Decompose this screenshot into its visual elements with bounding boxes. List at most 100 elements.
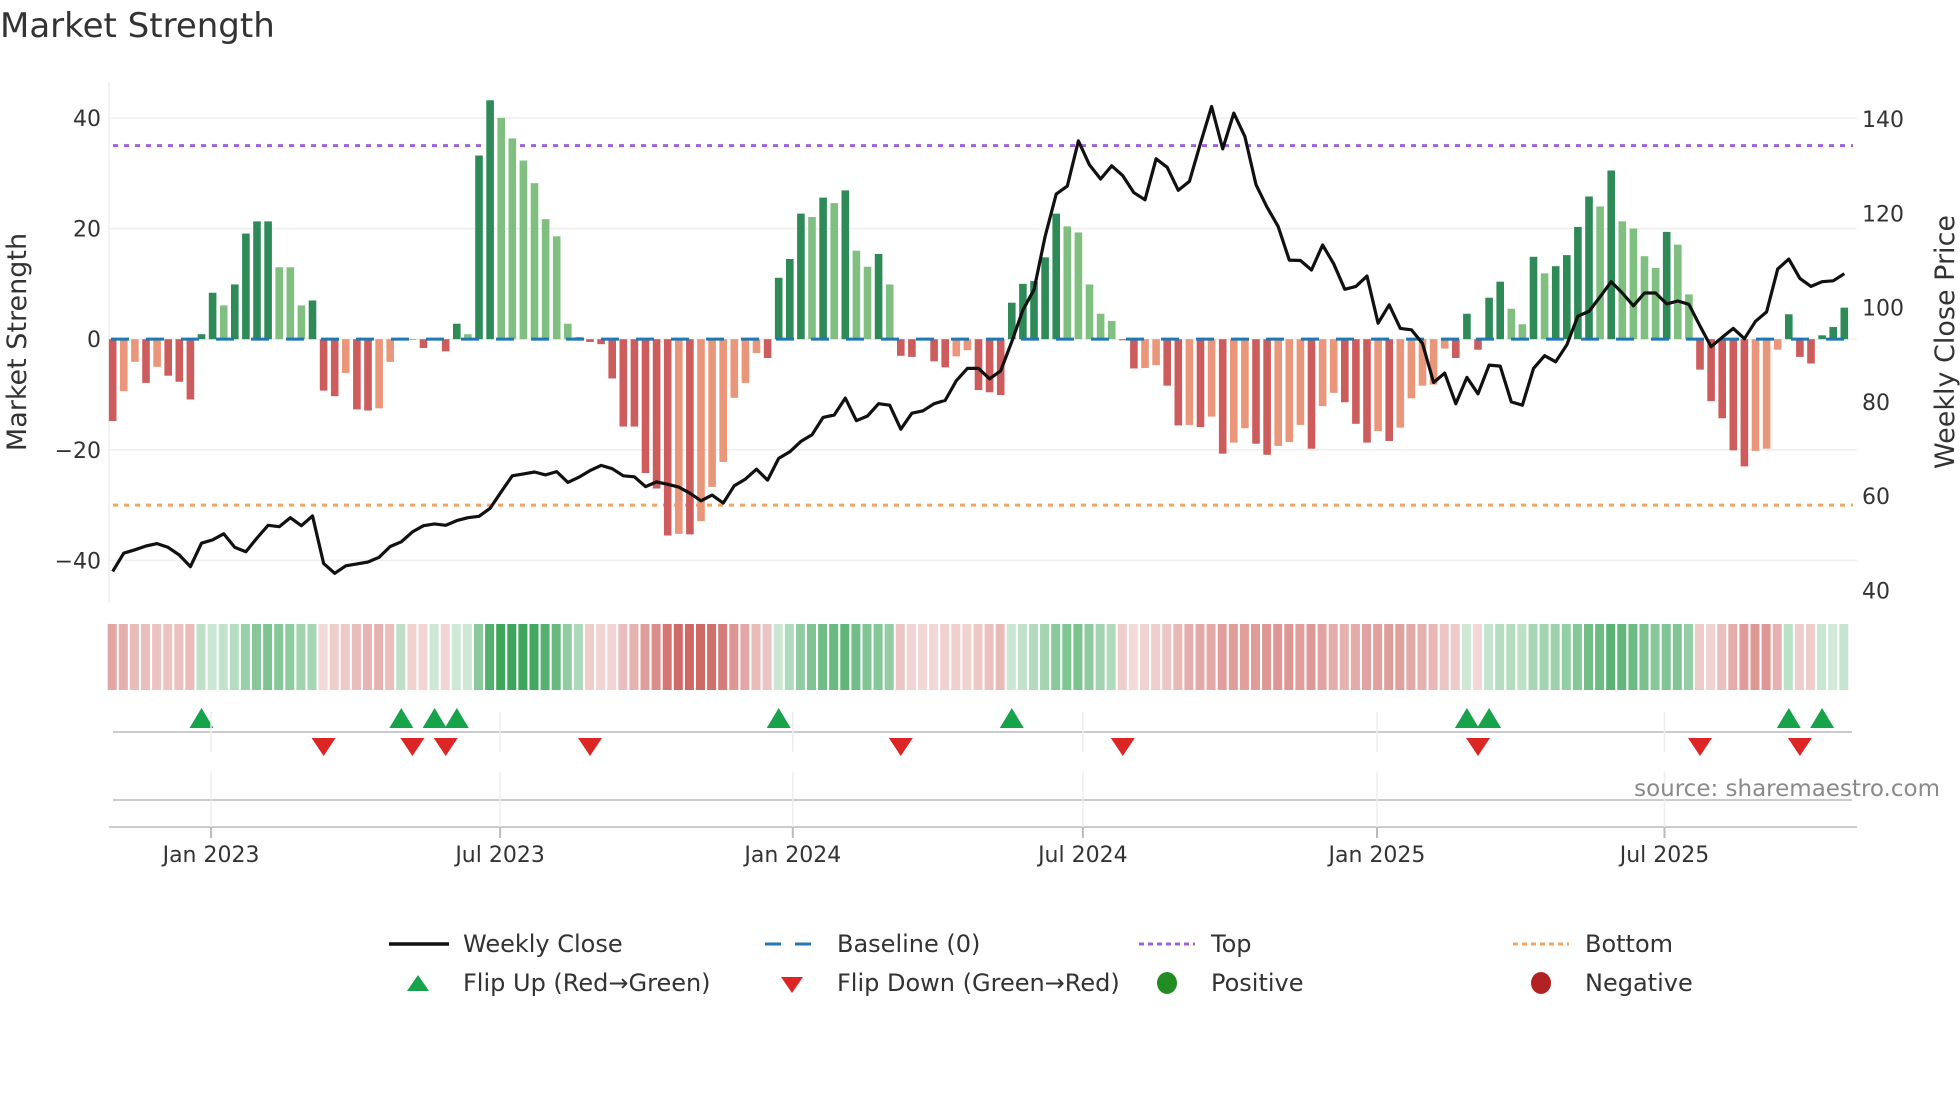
strip-cell [1017, 624, 1027, 690]
legend-item: Weekly Close [389, 930, 623, 958]
positive-bar [1629, 228, 1638, 340]
strip-cell [129, 624, 139, 690]
legend-item: Bottom [1511, 930, 1673, 958]
strip-cell [385, 624, 395, 690]
negative-bar [1196, 339, 1205, 428]
negative-bar [1141, 339, 1149, 368]
positive-bar [808, 216, 816, 340]
strip-cell [1683, 624, 1693, 690]
negative-bar [353, 339, 361, 410]
strip-cell [1184, 624, 1194, 690]
flip-down-marker [400, 738, 425, 756]
negative-bar [1218, 339, 1227, 454]
left-tick-label: 0 [87, 328, 101, 353]
strip-cell [1106, 624, 1116, 690]
strip-cell [551, 624, 561, 690]
flip-markers-panel [113, 708, 1852, 801]
right-tick-label: 140 [1862, 108, 1904, 133]
strip-cell [795, 624, 805, 690]
x-tick-label: Jul 2025 [1618, 843, 1710, 868]
flip-down-marker [1466, 738, 1490, 756]
strip-cell [1450, 624, 1460, 690]
strip-cell [1461, 624, 1471, 690]
legend-item: Flip Up (Red→Green) [389, 969, 711, 997]
negative-bar [108, 339, 117, 422]
negative-bar [175, 339, 184, 382]
strip-cell [1195, 624, 1205, 690]
positive-bar [830, 203, 838, 340]
flip-up-marker [766, 708, 791, 728]
strip-cell [1084, 624, 1094, 690]
right-tick-label: 40 [1862, 579, 1890, 604]
strip-cell [118, 624, 128, 690]
strip-cell [1650, 624, 1660, 690]
negative-bar [386, 339, 394, 362]
strip-cell [906, 624, 916, 690]
negative-bar [1385, 339, 1393, 441]
strip-cell [707, 624, 717, 690]
strip-cell [174, 624, 184, 690]
positive-bar [1829, 327, 1837, 340]
positive-bar [1662, 231, 1671, 340]
strip-cell [462, 624, 472, 690]
strip-cell [973, 624, 983, 690]
positive-bar [552, 236, 561, 340]
strip-cell [285, 624, 295, 690]
positive-bar [874, 254, 883, 340]
negative-bar [1241, 339, 1249, 429]
strip-cell [1029, 624, 1038, 690]
right-tick-label: 100 [1862, 297, 1904, 322]
strip-cell [1617, 624, 1627, 690]
strip-cell [1251, 624, 1260, 690]
strip-cell [1506, 624, 1516, 690]
positive-bar [297, 305, 306, 340]
legend-label: Positive [1211, 969, 1304, 997]
strip-cell [152, 624, 162, 690]
negative-bar [1296, 339, 1305, 425]
legend-label: Flip Up (Red→Green) [463, 969, 711, 997]
negative-bar [897, 339, 905, 356]
negative-bar [1773, 339, 1782, 350]
strip-cell [607, 624, 617, 690]
strip-cell [1273, 624, 1283, 690]
positive-bar [1785, 314, 1793, 340]
strip-cell [1739, 624, 1749, 690]
strip-cell [529, 624, 539, 690]
strip-cell [929, 624, 939, 690]
negative-bar [1318, 339, 1327, 407]
strip-cell [218, 624, 228, 690]
strip-cell [618, 624, 628, 690]
x-tick-label: Jul 2024 [1036, 843, 1128, 868]
strip-cell [1328, 624, 1338, 690]
positive-bar [841, 190, 850, 340]
strip-cell [429, 624, 439, 690]
positive-bar [1618, 221, 1627, 340]
strip-cell [696, 624, 705, 690]
positive-bar [475, 155, 483, 340]
strip-cell [1362, 624, 1371, 690]
strip-cell [1528, 624, 1538, 690]
strip-cell [374, 624, 384, 690]
x-tick-label: Jan 2025 [1327, 843, 1426, 868]
dot-negative-icon [1511, 971, 1571, 995]
positive-bar [1096, 313, 1105, 340]
strength-bars [108, 100, 1849, 536]
strip-cell [229, 624, 239, 690]
positive-bar [1840, 307, 1849, 340]
strip-cell [1606, 624, 1616, 690]
strip-cell [1695, 624, 1704, 690]
positive-bar [1041, 257, 1049, 340]
negative-bar [441, 339, 450, 352]
flip-up-marker [422, 708, 447, 728]
strip-cell [1306, 624, 1316, 690]
negative-bar [164, 339, 172, 376]
strip-cell [418, 624, 428, 690]
strip-cell [751, 624, 761, 690]
strip-cell [1284, 624, 1294, 690]
flip-up-marker [1477, 708, 1502, 728]
line-icon [389, 932, 449, 956]
positive-bar [1607, 170, 1615, 340]
strip-cell [407, 624, 417, 690]
strip-cell [318, 624, 328, 690]
strip-cell [163, 624, 173, 690]
